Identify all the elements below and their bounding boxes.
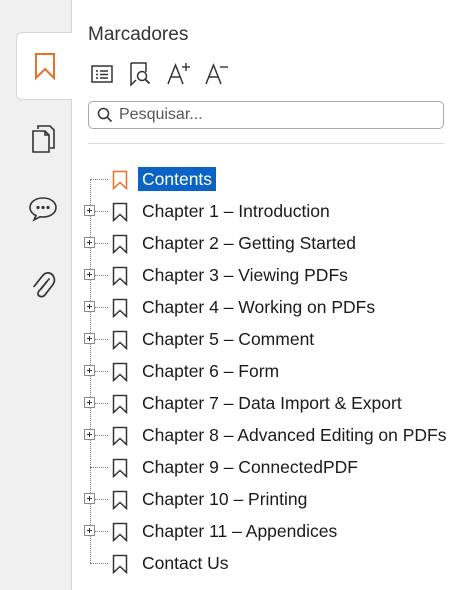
bookmark-icon <box>112 522 128 547</box>
bookmark-label: Contents <box>138 167 217 191</box>
bookmark-options-icon <box>91 64 113 88</box>
bookmark-item[interactable]: Chapter 6 – Form <box>72 355 461 387</box>
tab-bookmarks[interactable] <box>16 32 73 100</box>
bookmark-icon <box>112 362 128 387</box>
attachment-icon <box>30 269 56 301</box>
expand-icon[interactable] <box>84 237 95 248</box>
bookmark-icon <box>112 330 128 355</box>
bookmarks-toolbar <box>88 61 240 92</box>
tree-connector <box>90 563 108 564</box>
comment-icon <box>28 196 58 222</box>
tree-connector <box>90 467 108 468</box>
pages-icon <box>30 124 56 154</box>
bookmark-icon <box>112 202 128 227</box>
bookmark-item[interactable]: Chapter 2 – Getting Started <box>72 227 461 259</box>
expand-icon[interactable] <box>84 365 95 376</box>
bookmark-label: Chapter 9 – ConnectedPDF <box>142 457 358 477</box>
bookmarks-panel: Marcadores Pesquisar... Contents Chapter… <box>72 0 461 590</box>
bookmark-icon <box>112 426 128 451</box>
bookmark-label: Chapter 10 – Printing <box>142 489 308 509</box>
bookmark-label: Contact Us <box>142 553 229 573</box>
bookmark-options-button[interactable] <box>88 62 116 90</box>
bookmark-icon <box>112 490 128 515</box>
bookmark-item[interactable]: Contents <box>72 163 461 195</box>
find-current-bookmark-button[interactable] <box>126 61 154 92</box>
expand-icon[interactable] <box>84 397 95 408</box>
bookmarks-sidebar: Marcadores Pesquisar... Contents Chapter… <box>0 0 461 590</box>
increase-font-icon <box>165 61 191 92</box>
decrease-font-icon <box>203 61 229 92</box>
bookmark-label: Chapter 8 – Advanced Editing on PDFs <box>142 425 447 445</box>
panel-divider <box>88 143 444 144</box>
bookmark-item[interactable]: Chapter 1 – Introduction <box>72 195 461 227</box>
bookmark-item[interactable]: Chapter 11 – Appendices <box>72 515 461 547</box>
bookmark-icon <box>112 266 128 291</box>
bookmark-item[interactable]: Chapter 5 – Comment <box>72 323 461 355</box>
bookmark-label: Chapter 4 – Working on PDFs <box>142 297 376 317</box>
expand-icon[interactable] <box>84 493 95 504</box>
bookmark-item[interactable]: Chapter 7 – Data Import & Export <box>72 387 461 419</box>
sidebar-tab-rail <box>0 0 73 590</box>
bookmark-icon <box>112 234 128 259</box>
expand-icon[interactable] <box>84 205 95 216</box>
tab-attachments[interactable] <box>16 252 70 318</box>
bookmark-label: Chapter 6 – Form <box>142 361 280 381</box>
bookmark-label: Chapter 2 – Getting Started <box>142 233 357 253</box>
bookmark-tree: Contents Chapter 1 – Introduction Chapter … <box>72 163 461 583</box>
bookmark-icon <box>112 394 128 419</box>
expand-icon[interactable] <box>84 525 95 536</box>
bookmark-icon <box>112 170 128 195</box>
bookmark-label: Chapter 3 – Viewing PDFs <box>142 265 348 285</box>
bookmark-icon <box>112 554 128 579</box>
expand-icon[interactable] <box>84 429 95 440</box>
bookmark-label: Chapter 5 – Comment <box>142 329 315 349</box>
bookmark-item[interactable]: Chapter 4 – Working on PDFs <box>72 291 461 323</box>
bookmark-icon <box>34 52 56 80</box>
bookmark-label: Chapter 7 – Data Import & Export <box>142 393 402 413</box>
expand-icon[interactable] <box>84 333 95 344</box>
expand-icon[interactable] <box>84 301 95 312</box>
bookmark-icon <box>112 298 128 323</box>
tab-comments[interactable] <box>16 176 70 242</box>
tree-connector <box>90 179 108 180</box>
bookmark-item[interactable]: Chapter 8 – Advanced Editing on PDFs <box>72 419 461 451</box>
bookmark-icon <box>112 458 128 483</box>
expand-icon[interactable] <box>84 269 95 280</box>
search-input[interactable] <box>119 106 419 124</box>
search-icon <box>97 107 113 123</box>
bookmark-search-box <box>88 101 444 129</box>
bookmark-label: Chapter 1 – Introduction <box>142 201 330 221</box>
bookmark-item[interactable]: Chapter 3 – Viewing PDFs <box>72 259 461 291</box>
panel-title: Marcadores <box>88 24 189 45</box>
bookmark-item[interactable]: Contact Us <box>72 547 461 579</box>
increase-font-button[interactable] <box>164 62 192 90</box>
bookmark-label: Chapter 11 – Appendices <box>142 521 338 541</box>
bookmark-item[interactable]: Chapter 10 – Printing <box>72 483 461 515</box>
tab-pages[interactable] <box>16 106 70 172</box>
decrease-font-button[interactable] <box>202 62 230 90</box>
find-current-bookmark-icon <box>129 61 151 92</box>
bookmark-item[interactable]: Chapter 9 – ConnectedPDF <box>72 451 461 483</box>
